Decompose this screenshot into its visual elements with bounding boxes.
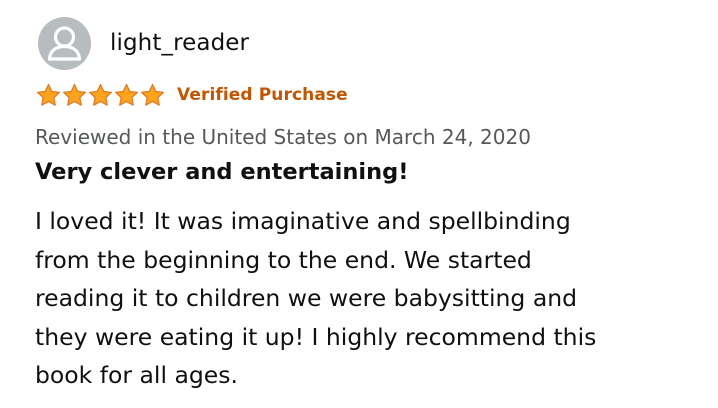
rating-row: Verified Purchase: [35, 80, 348, 110]
review-body-line: I loved it! It was imaginative and spell…: [35, 207, 571, 235]
star-icon: [87, 82, 114, 109]
user-avatar-icon: [47, 25, 82, 61]
review-body-line: from the beginning to the end. We starte…: [35, 245, 532, 274]
review-body-line: they were eating it up! I highly recomme…: [35, 322, 597, 351]
avatar[interactable]: [38, 16, 91, 70]
star-icon: [35, 82, 62, 109]
star-icon: [61, 82, 88, 109]
reviewer-name[interactable]: light_reader: [110, 30, 249, 56]
verified-purchase-badge[interactable]: Verified Purchase: [177, 85, 348, 105]
review-card: light_reader Verified Purchase Reviewed …: [0, 0, 718, 408]
reviewer-profile[interactable]: light_reader: [38, 15, 249, 71]
review-date: Reviewed in the United States on March 2…: [35, 125, 531, 149]
star-rating[interactable]: [35, 82, 165, 109]
star-icon: [139, 82, 166, 109]
review-body-line: reading it to children we were babysitti…: [35, 284, 578, 312]
review-title: Very clever and entertaining!: [35, 159, 409, 185]
star-icon: [113, 82, 140, 109]
review-body: I loved it! It was imaginative and spell…: [35, 202, 685, 395]
review-body-line: book for all ages.: [35, 361, 238, 389]
